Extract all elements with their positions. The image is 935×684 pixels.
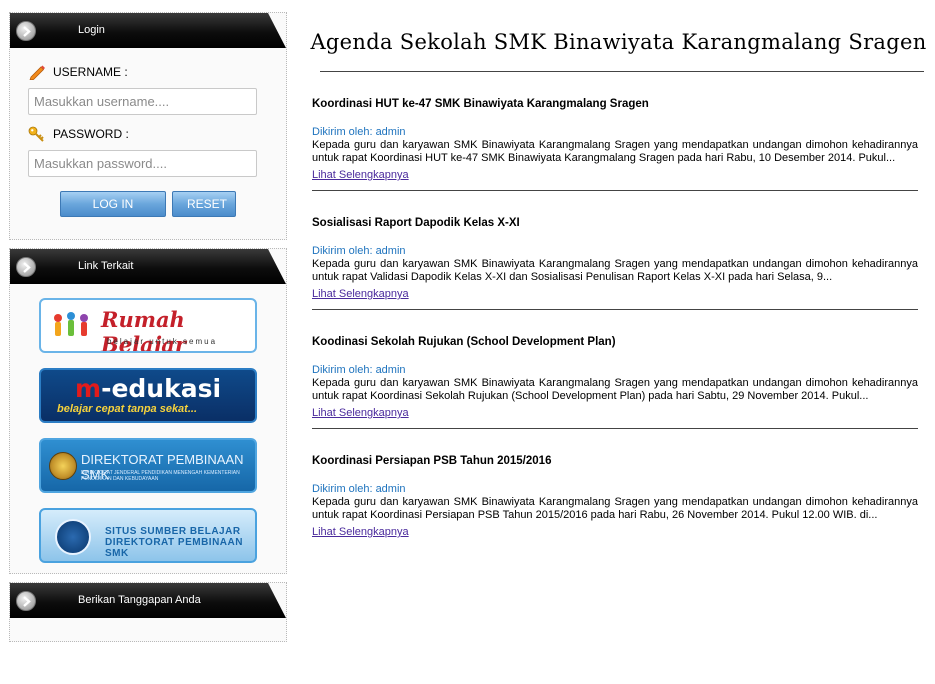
article-item: Koordinasi HUT ke-47 SMK Binawiyata Kara… bbox=[312, 72, 926, 191]
tut-wuri-seal-icon bbox=[55, 519, 91, 555]
login-panel-header: Login bbox=[10, 13, 286, 48]
m-edukasi-title: m-edukasi bbox=[75, 374, 222, 403]
login-button[interactable]: LOG IN bbox=[60, 191, 166, 217]
article-excerpt: Kepada guru dan karyawan SMK Binawiyata … bbox=[312, 139, 918, 164]
article-title: Koordinasi HUT ke-47 SMK Binawiyata Kara… bbox=[312, 98, 649, 110]
pencil-icon bbox=[29, 65, 45, 80]
article-excerpt: Kepada guru dan karyawan SMK Binawiyata … bbox=[312, 377, 918, 402]
m-edukasi-subtitle: belajar cepat tanpa sekat... bbox=[57, 403, 198, 415]
m-edukasi-banner[interactable]: m-edukasi belajar cepat tanpa sekat... bbox=[39, 368, 257, 423]
page-title: Agenda Sekolah SMK Binawiyata Karangmala… bbox=[310, 30, 927, 54]
article-excerpt: Kepada guru dan karyawan SMK Binawiyata … bbox=[312, 496, 918, 521]
username-input[interactable] bbox=[28, 88, 257, 115]
kids-logo-icon bbox=[54, 312, 88, 336]
password-label-text: PASSWORD : bbox=[53, 127, 129, 141]
arrow-right-icon bbox=[16, 591, 36, 611]
article-item: Sosialisasi Raport Dapodik Kelas X-XI Di… bbox=[312, 191, 926, 310]
article-author: Dikirim oleh: admin bbox=[312, 126, 406, 138]
rumah-belajar-title: Rumah Belajar bbox=[101, 307, 186, 353]
rumah-belajar-banner[interactable]: Rumah Belajar belajar untuk semua bbox=[39, 298, 257, 353]
read-more-link[interactable]: Lihat Selengkapnya bbox=[312, 526, 409, 539]
feedback-title: Berikan Tanggapan Anda bbox=[78, 594, 201, 606]
arrow-right-icon bbox=[16, 21, 36, 41]
password-input[interactable] bbox=[28, 150, 257, 177]
article-item: Koodinasi Sekolah Rujukan (School Develo… bbox=[312, 310, 926, 429]
article-title: Koordinasi Persiapan PSB Tahun 2015/2016 bbox=[312, 455, 552, 467]
direktorat-smk-banner[interactable]: DIREKTORAT PEMBINAAN SMK DIREKTORAT JEND… bbox=[39, 438, 257, 493]
password-label: PASSWORD : bbox=[28, 125, 268, 143]
feedback-panel: Berikan Tanggapan Anda bbox=[9, 582, 287, 642]
article-author: Dikirim oleh: admin bbox=[312, 483, 406, 495]
situs-sumber-belajar-title: SITUS SUMBER BELAJAR DIREKTORAT PEMBINAAN… bbox=[105, 526, 243, 559]
feedback-header[interactable]: Berikan Tanggapan Anda bbox=[10, 583, 286, 618]
read-more-link[interactable]: Lihat Selengkapnya bbox=[312, 169, 409, 182]
article-title: Sosialisasi Raport Dapodik Kelas X-XI bbox=[312, 217, 520, 229]
login-panel-title: Login bbox=[78, 24, 105, 36]
login-panel: Login USERNAME : PASSWORD : bbox=[9, 12, 287, 240]
rumah-belajar-subtitle: belajar untuk semua bbox=[107, 337, 218, 346]
article-item: Koordinasi Persiapan PSB Tahun 2015/2016… bbox=[312, 429, 926, 540]
situs-sumber-belajar-banner[interactable]: SITUS SUMBER BELAJAR DIREKTORAT PEMBINAAN… bbox=[39, 508, 257, 563]
article-excerpt: Kepada guru dan karyawan SMK Binawiyata … bbox=[312, 258, 918, 283]
tut-wuri-seal-icon bbox=[49, 452, 77, 480]
key-icon bbox=[28, 126, 44, 142]
direktorat-smk-subtitle: DIREKTORAT JENDERAL PENDIDIKAN MENENGAH … bbox=[81, 470, 240, 482]
related-links-title: Link Terkait bbox=[78, 260, 134, 272]
related-links-header: Link Terkait bbox=[10, 249, 286, 284]
related-links-panel: Link Terkait Rumah Belajar belajar untuk… bbox=[9, 248, 287, 574]
arrow-right-icon bbox=[16, 257, 36, 277]
username-label-text: USERNAME : bbox=[53, 65, 128, 79]
main-content: Agenda Sekolah SMK Binawiyata Karangmala… bbox=[310, 28, 926, 540]
article-title: Koodinasi Sekolah Rujukan (School Develo… bbox=[312, 336, 616, 348]
article-author: Dikirim oleh: admin bbox=[312, 245, 406, 257]
reset-button[interactable]: RESET bbox=[172, 191, 236, 217]
sidebar: Login USERNAME : PASSWORD : bbox=[9, 12, 287, 650]
read-more-link[interactable]: Lihat Selengkapnya bbox=[312, 407, 409, 420]
article-author: Dikirim oleh: admin bbox=[312, 364, 406, 376]
username-label: USERNAME : bbox=[28, 63, 268, 81]
read-more-link[interactable]: Lihat Selengkapnya bbox=[312, 288, 409, 301]
